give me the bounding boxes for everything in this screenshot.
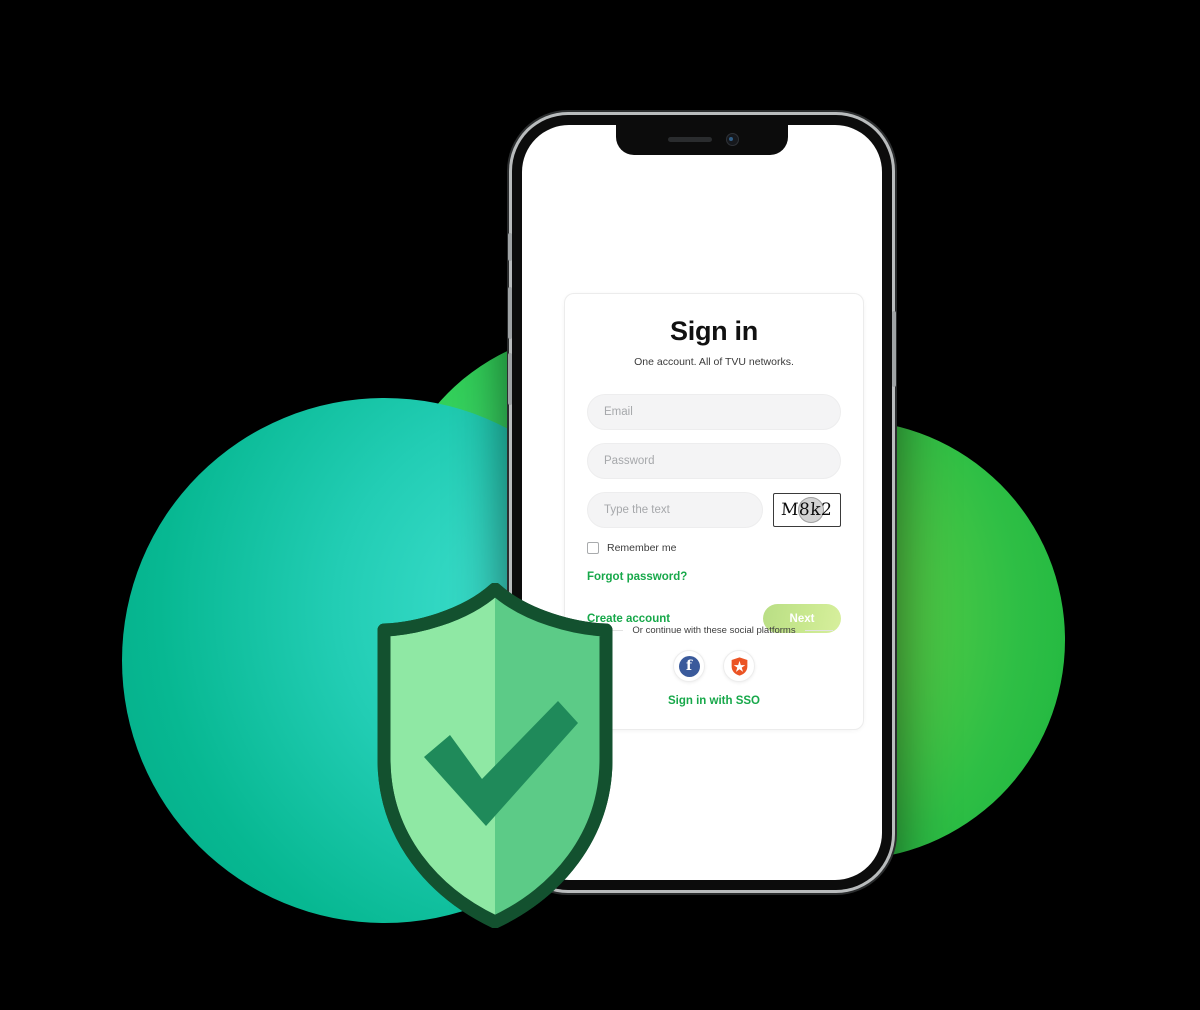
shield-check-icon [377,583,613,928]
auth0-shield-icon [731,656,747,676]
front-camera-icon [726,133,739,146]
volume-up-button[interactable] [508,287,512,339]
email-field[interactable] [587,394,841,430]
captcha-row: M8k2 [587,492,841,528]
phone-notch [616,125,788,155]
mute-switch[interactable] [508,233,512,261]
password-field[interactable] [587,443,841,479]
remember-me-label: Remember me [607,542,677,554]
facebook-icon: f [678,655,700,677]
power-button[interactable] [892,311,896,387]
hero-illustration: Sign in One account. All of TVU networks… [0,0,1200,1010]
captcha-input[interactable] [587,492,763,528]
divider-rule-right [804,630,833,631]
speaker-slot-icon [668,137,712,142]
captcha-text: M8k2 [780,500,834,520]
checkbox-unchecked-icon[interactable] [587,542,599,554]
forgot-password-link[interactable]: Forgot password? [587,571,687,583]
captcha-image[interactable]: M8k2 [773,493,841,527]
page-title: Sign in [670,316,758,346]
facebook-signin-button[interactable]: f [673,650,705,682]
page-subtitle: One account. All of TVU networks. [634,356,794,368]
social-divider-text: Or continue with these social platforms [632,625,796,636]
volume-down-button[interactable] [508,353,512,405]
auth0-signin-button[interactable] [723,650,755,682]
remember-me-row[interactable]: Remember me [587,542,841,554]
